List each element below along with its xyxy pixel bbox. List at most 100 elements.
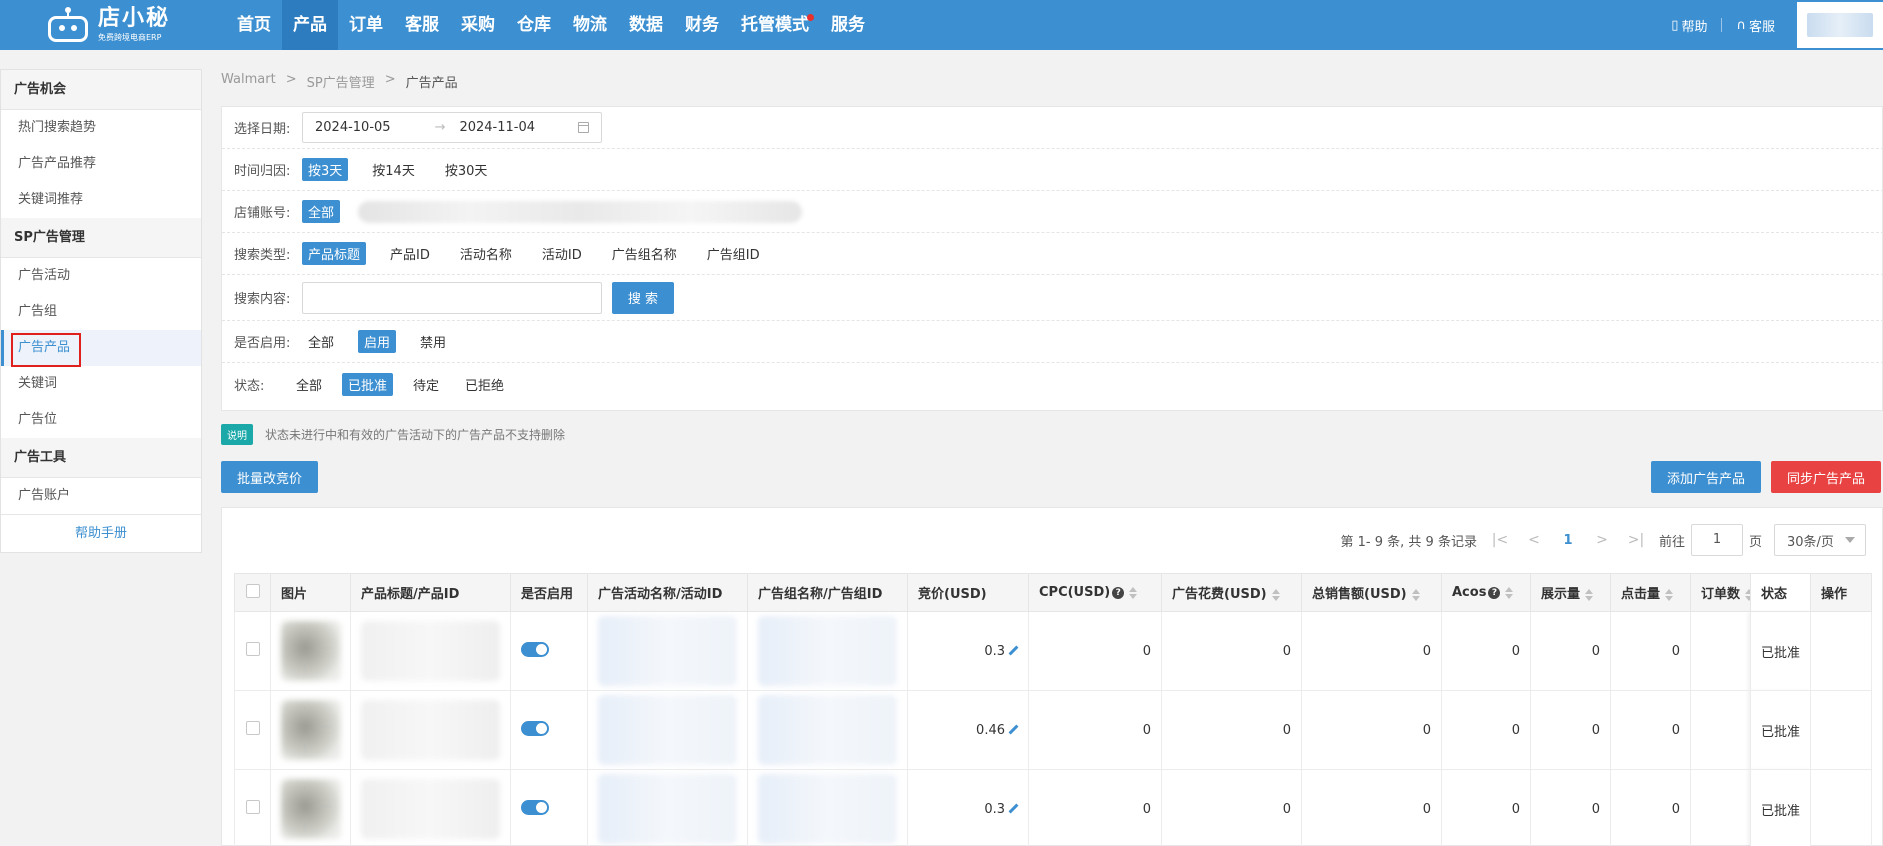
sort-icon[interactable] bbox=[1585, 588, 1594, 601]
nav-item-warehouse[interactable]: 仓库 bbox=[506, 0, 562, 50]
nav-item-customer-service[interactable]: 客服 bbox=[394, 0, 450, 50]
breadcrumb-walmart[interactable]: Walmart bbox=[221, 72, 276, 91]
enabled-option-on[interactable]: 启用 bbox=[358, 330, 397, 353]
page-size-select[interactable]: 30条/页 bbox=[1774, 524, 1866, 556]
next-page-icon[interactable]: > bbox=[1585, 532, 1619, 548]
arrow-right-icon: → bbox=[434, 120, 446, 135]
sidebar-item-ad-product-recommend[interactable]: 广告产品推荐 bbox=[1, 146, 201, 182]
sidebar-item-ad-group[interactable]: 广告组 bbox=[1, 294, 201, 330]
enabled-option-all[interactable]: 全部 bbox=[302, 330, 340, 353]
col-acos[interactable]: Acos? bbox=[1441, 573, 1531, 612]
search-input[interactable] bbox=[302, 281, 602, 314]
last-page-icon[interactable]: >| bbox=[1619, 532, 1653, 548]
filter-panel: 选择日期: 2024-10-05 → 2024-11-04 时间归因: 按3天 … bbox=[221, 106, 1883, 411]
edit-pencil-icon[interactable] bbox=[1008, 725, 1018, 735]
enabled-toggle[interactable] bbox=[521, 720, 549, 736]
type-option-campaign-id[interactable]: 活动ID bbox=[536, 242, 588, 265]
row-checkbox[interactable] bbox=[245, 800, 260, 814]
col-orders-label: 订单数 bbox=[1701, 587, 1741, 602]
account-avatar[interactable] bbox=[1797, 2, 1883, 48]
col-orders[interactable]: 订单数 bbox=[1690, 573, 1751, 612]
help-link[interactable]: ▯ 帮助 bbox=[1663, 16, 1715, 35]
col-bid: 竞价(USD) bbox=[907, 573, 1029, 612]
sort-icon[interactable] bbox=[1505, 586, 1514, 599]
sidebar-item-ad-campaign[interactable]: 广告活动 bbox=[1, 258, 201, 294]
row-checkbox[interactable] bbox=[245, 642, 260, 656]
type-option-campaign-name[interactable]: 活动名称 bbox=[454, 242, 518, 265]
col-impressions[interactable]: 展示量 bbox=[1530, 573, 1611, 612]
prev-page-icon[interactable]: < bbox=[1517, 532, 1551, 548]
filter-row-date: 选择日期: 2024-10-05 → 2024-11-04 bbox=[222, 107, 1883, 149]
col-sales[interactable]: 总销售额(USD) bbox=[1301, 573, 1442, 612]
type-option-product-title[interactable]: 产品标题 bbox=[302, 242, 367, 265]
attr-option-3d[interactable]: 按3天 bbox=[302, 158, 349, 181]
calendar-icon bbox=[578, 122, 589, 133]
current-page[interactable]: 1 bbox=[1551, 533, 1585, 548]
status-option-pending[interactable]: 待定 bbox=[407, 373, 445, 396]
row-checkbox[interactable] bbox=[245, 721, 260, 735]
sort-icon[interactable] bbox=[1665, 588, 1674, 601]
nav-item-home[interactable]: 首页 bbox=[226, 0, 282, 50]
nav-item-data[interactable]: 数据 bbox=[618, 0, 674, 50]
nav-item-logistics[interactable]: 物流 bbox=[562, 0, 618, 50]
help-manual-link[interactable]: 帮助手册 bbox=[1, 514, 201, 552]
date-start: 2024-10-05 bbox=[315, 120, 391, 135]
question-icon[interactable]: ? bbox=[1488, 586, 1501, 599]
sidebar-item-keyword[interactable]: 关键词 bbox=[1, 366, 201, 402]
bid-cell[interactable]: 0.46 bbox=[907, 690, 1029, 770]
bulk-bid-button[interactable]: 批量改竞价 bbox=[221, 461, 318, 493]
search-button[interactable]: 搜 索 bbox=[612, 281, 674, 314]
goto-page-input[interactable]: 1 bbox=[1690, 524, 1743, 556]
product-image[interactable] bbox=[270, 611, 351, 691]
sync-ad-product-button[interactable]: 同步广告产品 bbox=[1771, 461, 1881, 493]
actions-cell bbox=[1810, 690, 1872, 770]
bid-cell[interactable]: 0.3 bbox=[907, 611, 1029, 691]
nav-item-finance[interactable]: 财务 bbox=[674, 0, 730, 50]
nav-item-purchase[interactable]: 采购 bbox=[450, 0, 506, 50]
row-select-cell bbox=[234, 611, 271, 691]
col-cpc[interactable]: CPC(USD)? bbox=[1028, 573, 1162, 612]
type-option-adgroup-id[interactable]: 广告组ID bbox=[701, 242, 766, 265]
attr-option-30d[interactable]: 按30天 bbox=[439, 158, 494, 181]
status-option-all[interactable]: 全部 bbox=[290, 373, 328, 396]
nav-item-hosting-mode[interactable]: 托管模式 bbox=[730, 0, 820, 50]
sort-icon[interactable] bbox=[1129, 586, 1138, 599]
product-image[interactable] bbox=[270, 690, 351, 770]
sidebar-item-keyword-recommend[interactable]: 关键词推荐 bbox=[1, 182, 201, 218]
bid-cell[interactable]: 0.3 bbox=[907, 769, 1029, 846]
attr-option-14d[interactable]: 按14天 bbox=[366, 158, 421, 181]
shop-option-all[interactable]: 全部 bbox=[302, 200, 341, 223]
status-option-approved[interactable]: 已批准 bbox=[342, 372, 394, 396]
sort-icon[interactable] bbox=[1271, 588, 1280, 601]
nav-item-service[interactable]: 服务 bbox=[820, 0, 876, 50]
edit-pencil-icon[interactable] bbox=[1008, 804, 1018, 814]
service-link[interactable]: ∩ 客服 bbox=[1728, 16, 1783, 35]
sidebar-item-ad-placement[interactable]: 广告位 bbox=[1, 402, 201, 438]
status-value: 已批准 bbox=[1750, 769, 1811, 846]
col-clicks[interactable]: 点击量 bbox=[1610, 573, 1691, 612]
enabled-option-off[interactable]: 禁用 bbox=[414, 330, 452, 353]
first-page-icon[interactable]: |< bbox=[1483, 532, 1517, 548]
col-spend[interactable]: 广告花费(USD) bbox=[1161, 573, 1302, 612]
breadcrumb-sp-ad[interactable]: SP广告管理 bbox=[307, 72, 375, 91]
enabled-toggle[interactable] bbox=[521, 799, 549, 815]
sidebar-item-ad-account[interactable]: 广告账户 bbox=[1, 478, 201, 514]
question-icon[interactable]: ? bbox=[1112, 586, 1125, 599]
status-option-rejected[interactable]: 已拒绝 bbox=[459, 373, 510, 396]
sort-icon[interactable] bbox=[1745, 588, 1750, 601]
product-image[interactable] bbox=[270, 769, 351, 846]
nav-item-order[interactable]: 订单 bbox=[338, 0, 394, 50]
breadcrumb: Walmart > SP广告管理 > 广告产品 bbox=[221, 72, 458, 91]
sidebar-item-hot-search-trend[interactable]: 热门搜索趋势 bbox=[1, 110, 201, 146]
sort-icon[interactable] bbox=[1411, 588, 1420, 601]
edit-pencil-icon[interactable] bbox=[1008, 646, 1018, 656]
date-range-picker[interactable]: 2024-10-05 → 2024-11-04 bbox=[302, 112, 602, 143]
sidebar-item-ad-product[interactable]: 广告产品 bbox=[1, 330, 201, 367]
brand-logo[interactable]: 店小秘 免费跨境电商ERP bbox=[0, 0, 190, 50]
add-ad-product-button[interactable]: 添加广告产品 bbox=[1651, 461, 1761, 493]
type-option-adgroup-name[interactable]: 广告组名称 bbox=[606, 242, 683, 265]
select-all-checkbox[interactable] bbox=[245, 583, 260, 598]
enabled-toggle[interactable] bbox=[521, 641, 549, 657]
nav-item-product[interactable]: 产品 bbox=[282, 0, 338, 50]
type-option-product-id[interactable]: 产品ID bbox=[384, 242, 436, 265]
